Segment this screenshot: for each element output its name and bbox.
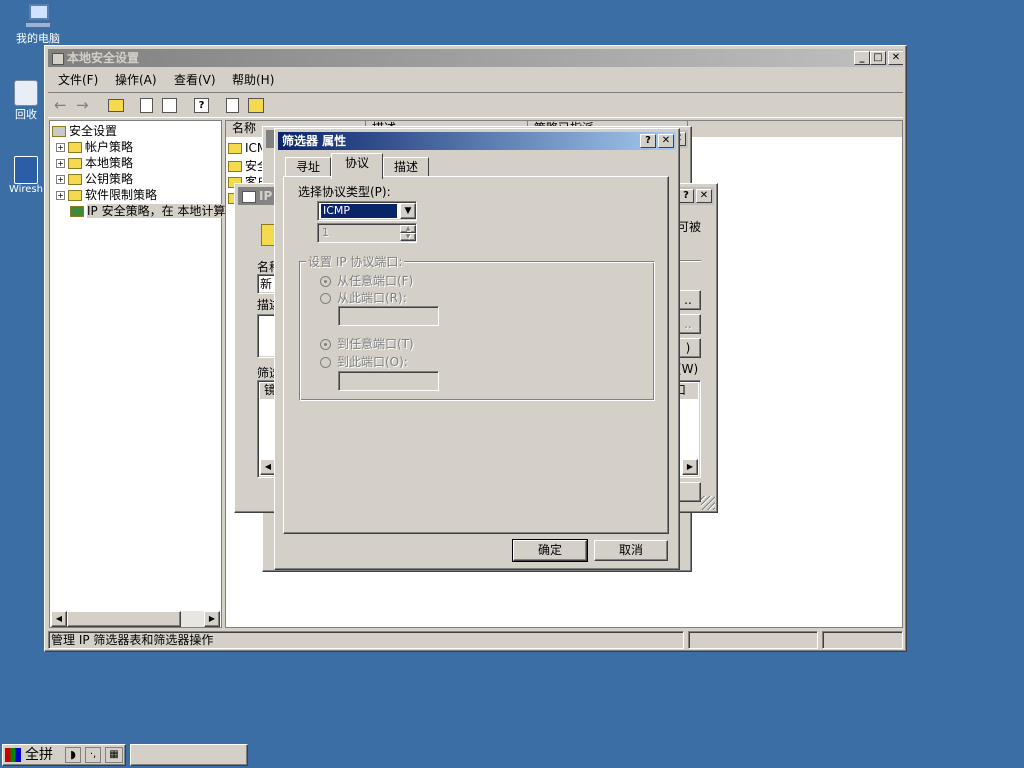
window-title: 本地安全设置 [67,51,140,65]
desktop-icon-wireshark[interactable]: Wiresh [4,156,48,195]
radio-from-any-port[interactable]: 从任意端口(F) [320,272,413,289]
protocol-type-label: 选择协议类型(P): [298,185,391,199]
stepper-up-icon[interactable]: ▲ [400,225,416,233]
radio-icon [320,293,331,304]
back-arrow-icon[interactable]: ← [54,96,67,114]
tree-item-software-restriction[interactable]: + 软件限制策略 [52,187,232,203]
resize-grip-icon[interactable] [701,496,715,510]
radio-to-any-port[interactable]: 到任意端口(T) [320,335,414,352]
scroll-right-button[interactable]: ▶ [204,611,220,627]
help-button[interactable]: ? [640,134,656,148]
ime-logo-icon[interactable] [5,748,21,762]
menu-action[interactable]: 操作(A) [115,70,157,90]
refresh-icon[interactable] [140,98,153,113]
status-panel-3 [822,631,903,649]
minimize-button[interactable]: _ [854,51,870,65]
tab-protocol[interactable]: 协议 [331,153,383,179]
scroll-right-button[interactable]: ▶ [682,459,698,475]
from-port-input[interactable] [338,306,439,326]
expand-icon[interactable]: + [56,175,65,184]
status-panel-2 [688,631,818,649]
tab-description[interactable]: 描述 [383,157,429,177]
radio-selected-icon [320,339,331,350]
tree-horizontal-scrollbar[interactable]: ◀ ▶ [51,611,220,627]
up-folder-icon[interactable] [108,99,124,112]
recycle-bin-icon [14,80,38,106]
protocol-number-stepper[interactable]: 1 ▲ ▼ [317,223,417,243]
desktop-icon-label: 我的电脑 [16,32,60,45]
toolbar: ← → ? [48,92,903,118]
properties-icon[interactable] [226,98,239,113]
ime-mode[interactable]: 全拼 [25,746,53,764]
tree-root[interactable]: 安全设置 [52,123,232,139]
tree-item-public-key-policy[interactable]: + 公钥策略 [52,171,232,187]
can-be-label: 可被 [677,220,702,234]
folder-icon [68,174,82,185]
punctuation-icon[interactable]: ·, [85,747,101,763]
cancel-button[interactable]: 取消 [594,540,668,561]
help-button[interactable]: ? [678,189,694,203]
chevron-down-icon[interactable]: ▼ [400,203,416,219]
scroll-thumb[interactable] [67,611,181,627]
desktop-icon-recyclebin[interactable]: 回收 [6,80,46,122]
soft-keyboard-icon[interactable]: ▦ [105,747,123,763]
forward-arrow-icon[interactable]: → [76,96,89,114]
scroll-left-button[interactable]: ◀ [51,611,67,627]
menu-help[interactable]: 帮助(H) [232,70,274,90]
folder-icon [68,158,82,169]
ip-security-icon [70,206,84,217]
ime-toolbar: 全拼 ◗ ·, ▦ [2,744,126,766]
close-button[interactable]: ✕ [888,51,903,65]
expand-icon[interactable]: + [56,191,65,200]
close-button[interactable]: ✕ [696,189,712,203]
tree-pane: 安全设置 + 帐户策略 + 本地策略 + 公钥策略 + 软件限制策略 IP 安全策略，在… [49,120,238,628]
export-list-icon[interactable] [162,98,177,113]
dialog-title: 筛选器 属性 [282,134,347,148]
expand-icon[interactable]: + [56,143,65,152]
filter-properties-dialog: 筛选器 属性 ? ✕ 寻址 协议 描述 选择协议类型(P): ICMP ▼ 1 … [274,128,680,570]
protocol-tab-panel: 选择协议类型(P): ICMP ▼ 1 ▲ ▼ 设置 IP 协议端口: 从任意端… [283,176,669,534]
help-icon[interactable]: ? [194,98,209,113]
tree-item-ip-security[interactable]: IP 安全策略，在 本地计算机 [52,203,238,219]
menu-bar: 文件(F) 操作(A) 查看(V) 帮助(H) [48,70,903,90]
folder-icon [68,142,82,153]
menu-file[interactable]: 文件(F) [58,70,98,90]
status-bar: 管理 IP 筛选器表和筛选器操作 [48,631,903,649]
menu-view[interactable]: 查看(V) [174,70,216,90]
policy-icon [228,161,242,172]
filter-properties-title-bar[interactable]: 筛选器 属性 ? ✕ [278,132,676,150]
app-icon [52,52,64,65]
desktop-icon-label: 回收 [15,108,37,121]
radio-to-this-port[interactable]: 到此端口(O): [320,353,408,370]
desktop-icon-label: Wiresh [8,184,44,195]
protocol-type-select[interactable]: ICMP ▼ [317,201,417,221]
stepper-down-icon[interactable]: ▼ [400,233,416,241]
maximize-button[interactable]: □ [870,51,886,65]
half-width-icon[interactable]: ◗ [65,747,81,763]
port-group-label: 设置 IP 协议端口: [306,253,405,270]
tree-item-account-policy[interactable]: + 帐户策略 [52,139,232,155]
security-settings-icon [52,126,66,137]
wizard-shortcut-label: (W) [677,362,699,376]
folder-icon [68,190,82,201]
radio-from-this-port[interactable]: 从此端口(R): [320,289,407,306]
main-title-bar[interactable]: 本地安全设置 _ □ ✕ [48,49,903,67]
radio-icon [320,357,331,368]
status-text: 管理 IP 筛选器表和筛选器操作 [48,631,684,649]
protocol-selected: ICMP [320,203,398,219]
desktop-icon-mycomputer[interactable]: 我的电脑 [8,4,68,46]
close-button[interactable]: ✕ [658,134,674,148]
to-port-input[interactable] [338,371,439,391]
wireshark-shortcut-icon [14,156,38,184]
computer-icon [23,4,53,30]
ok-button[interactable]: 确定 [512,539,588,562]
policy-icon [228,143,242,154]
expand-icon[interactable]: + [56,159,65,168]
assign-icon[interactable] [248,98,264,113]
taskbar-blank-panel[interactable] [130,744,248,766]
radio-selected-icon [320,276,331,287]
tab-addressing[interactable]: 寻址 [285,157,331,177]
dialog-icon [242,190,256,203]
tree-item-local-policy[interactable]: + 本地策略 [52,155,232,171]
